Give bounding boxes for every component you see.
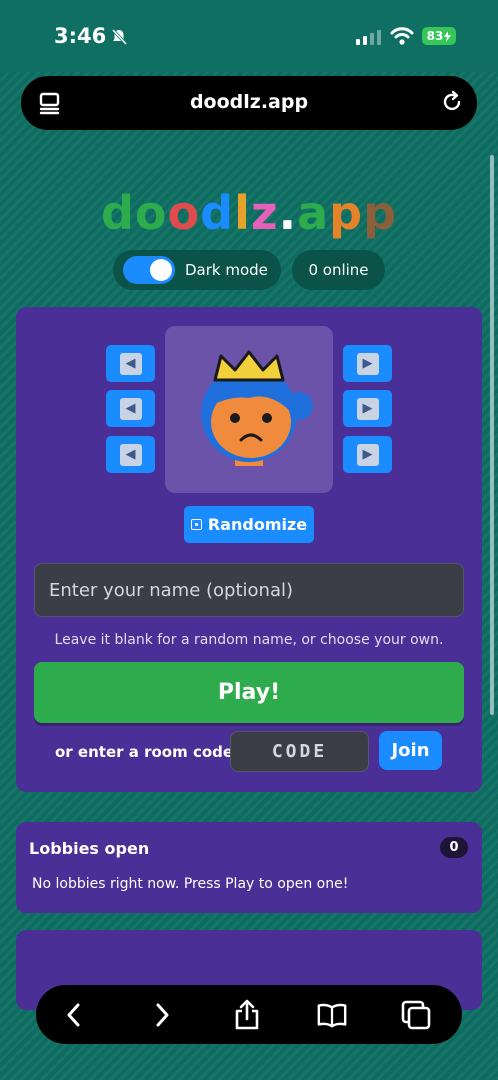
cellular-signal-icon <box>356 29 381 45</box>
forward-button[interactable] <box>146 999 178 1031</box>
join-button[interactable]: Join <box>379 731 442 770</box>
randomize-button[interactable]: Randomize <box>184 506 314 543</box>
logo-letter: p <box>329 186 364 240</box>
lobbies-count-badge: 0 <box>440 837 468 858</box>
left-arrow-icon: ◀ <box>119 443 142 466</box>
bookmarks-button[interactable] <box>316 999 348 1031</box>
logo-letter: a <box>297 186 330 240</box>
left-arrow-icon: ◀ <box>119 352 142 375</box>
logo-letter: p <box>363 186 398 240</box>
name-hint: Leave it blank for a random name, or cho… <box>54 632 444 648</box>
bell-muted-icon <box>111 28 128 46</box>
dark-mode-switch[interactable] <box>123 256 175 284</box>
player-setup-card: ◀ ◀ ◀ ▶ ▶ ▶ Randomize Enter your name (o… <box>16 307 482 792</box>
logo-letter: o <box>167 186 201 240</box>
logo-letter: . <box>278 186 298 240</box>
left-arrow-icon: ◀ <box>119 397 142 420</box>
room-code-input[interactable] <box>230 731 369 772</box>
status-bar: 3:46 83 <box>0 0 498 72</box>
lobbies-card: Lobbies open 0 No lobbies right now. Pre… <box>16 822 482 913</box>
share-icon <box>235 999 259 1030</box>
room-code-label: or enter a room code <box>55 743 234 761</box>
lobbies-empty-message: No lobbies right now. Press Play to open… <box>32 876 349 892</box>
wifi-icon <box>390 27 414 45</box>
browser-toolbar <box>36 985 462 1044</box>
next-hair-button[interactable]: ▶ <box>343 390 392 427</box>
back-button[interactable] <box>58 999 90 1031</box>
chevron-right-icon <box>156 1003 169 1027</box>
dark-mode-label: Dark mode <box>185 261 268 279</box>
online-count-label: 0 online <box>308 261 369 279</box>
battery-level: 83 <box>426 29 444 43</box>
prev-face-button[interactable]: ◀ <box>106 436 155 473</box>
avatar-character <box>201 350 313 466</box>
book-icon <box>317 1003 347 1028</box>
name-input[interactable] <box>34 563 464 617</box>
logo-letter: o <box>134 186 168 240</box>
battery-indicator: 83 <box>422 27 456 45</box>
next-face-button[interactable]: ▶ <box>343 436 392 473</box>
reload-icon[interactable] <box>439 89 465 115</box>
app-logo: doodlz.app <box>0 186 498 240</box>
online-count-badge: 0 online <box>292 250 385 290</box>
logo-letter: d <box>200 186 235 240</box>
right-arrow-icon: ▶ <box>356 397 379 420</box>
switch-knob <box>150 259 172 281</box>
avatar-preview <box>165 326 333 493</box>
right-arrow-icon: ▶ <box>356 352 379 375</box>
logo-letter: d <box>100 186 135 240</box>
share-button[interactable] <box>231 999 263 1031</box>
randomize-label: Randomize <box>207 515 308 534</box>
logo-letter: l <box>234 186 251 240</box>
right-arrow-icon: ▶ <box>356 443 379 466</box>
tabs-button[interactable] <box>400 999 432 1031</box>
chevron-left-icon <box>67 1003 80 1027</box>
dice-icon <box>190 519 202 530</box>
next-hat-button[interactable]: ▶ <box>343 345 392 382</box>
play-button[interactable]: Play! <box>34 662 464 723</box>
dark-mode-toggle[interactable]: Dark mode <box>113 250 281 290</box>
status-time: 3:46 <box>54 24 107 48</box>
prev-hat-button[interactable]: ◀ <box>106 345 155 382</box>
charging-bolt-icon <box>444 30 452 42</box>
prev-hair-button[interactable]: ◀ <box>106 390 155 427</box>
lobbies-title: Lobbies open <box>29 839 150 858</box>
browser-url-bar[interactable]: doodlz.app <box>21 76 477 130</box>
logo-letter: z <box>250 186 279 240</box>
tabs-icon <box>401 1000 431 1030</box>
url-text[interactable]: doodlz.app <box>21 91 477 113</box>
